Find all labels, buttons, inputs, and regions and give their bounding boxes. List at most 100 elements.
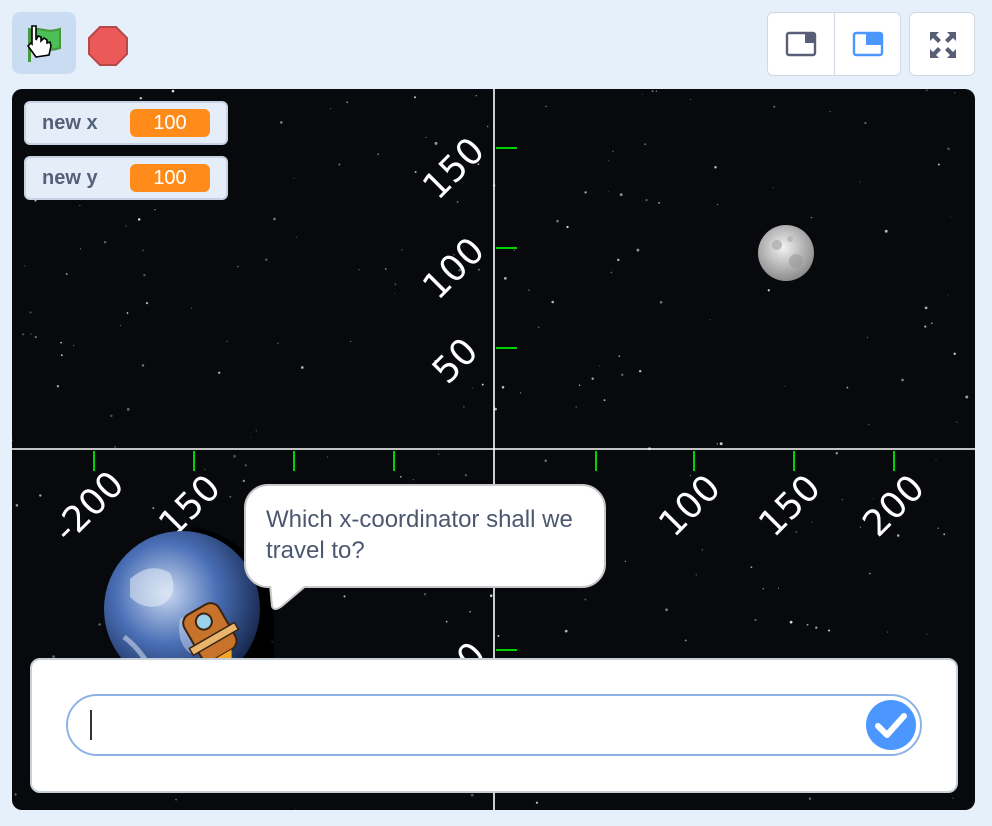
star	[141, 364, 145, 367]
fullscreen-button[interactable]	[909, 12, 975, 76]
star	[154, 209, 156, 211]
speech-bubble: Which x-coordinator shall we travel to?	[244, 484, 606, 588]
variable-monitor-new-x[interactable]: new x 100	[24, 101, 228, 145]
star	[79, 204, 81, 206]
star	[350, 340, 352, 342]
star	[79, 248, 82, 250]
small-stage-layout-icon	[785, 31, 817, 57]
star	[329, 108, 331, 110]
star	[811, 521, 813, 523]
star	[701, 549, 704, 551]
star	[584, 191, 587, 194]
monitor-value: 100	[130, 109, 210, 137]
star	[750, 566, 753, 569]
star	[242, 479, 245, 483]
star	[114, 446, 117, 448]
star	[244, 464, 247, 467]
x-tick-label: 200	[855, 467, 933, 545]
star	[60, 354, 63, 357]
star	[608, 191, 610, 193]
star	[866, 336, 869, 339]
star	[65, 273, 68, 276]
star	[103, 240, 107, 244]
variable-monitor-new-y[interactable]: new y 100	[24, 156, 228, 200]
star	[125, 225, 127, 227]
monitor-label: new y	[42, 166, 98, 189]
star	[385, 268, 387, 270]
star	[233, 454, 237, 458]
star	[835, 451, 839, 455]
star	[190, 307, 192, 309]
y-tick-label: 100	[415, 230, 493, 308]
star	[277, 342, 279, 345]
star	[655, 90, 658, 92]
star	[343, 595, 346, 598]
star	[358, 269, 360, 271]
star	[665, 608, 669, 612]
star	[218, 371, 221, 374]
star	[30, 333, 32, 335]
moon-sprite[interactable]	[758, 225, 814, 281]
star	[784, 385, 786, 387]
star	[56, 385, 60, 388]
star	[956, 421, 958, 423]
green-flag-button[interactable]	[12, 12, 76, 74]
star	[445, 620, 448, 623]
star	[695, 574, 697, 576]
star	[296, 236, 298, 238]
star	[859, 526, 861, 528]
stage-layout-toggle	[767, 12, 901, 76]
star	[810, 216, 813, 219]
star	[901, 378, 904, 382]
x-tick-label: -200	[46, 464, 133, 551]
star	[171, 89, 175, 93]
y-tick-label: 150	[415, 130, 493, 208]
star	[564, 629, 568, 633]
stage[interactable]: -200 150 0 100 150 200 150 100 50 00	[12, 89, 975, 810]
star	[346, 101, 348, 103]
normal-stage-layout-icon	[852, 31, 883, 57]
answer-input[interactable]	[66, 694, 922, 756]
star	[434, 141, 438, 145]
star	[608, 160, 610, 162]
star	[551, 300, 554, 304]
ask-answer-panel	[30, 658, 958, 793]
star	[229, 495, 232, 498]
star	[29, 311, 32, 314]
star	[714, 166, 717, 169]
star	[327, 456, 329, 458]
star	[15, 504, 19, 507]
star	[413, 96, 417, 99]
star	[401, 249, 403, 251]
star	[464, 474, 468, 477]
star	[463, 405, 465, 408]
star	[142, 249, 144, 252]
star	[119, 325, 122, 327]
stop-button[interactable]	[86, 24, 130, 68]
star	[470, 793, 474, 797]
star	[280, 121, 283, 124]
star	[575, 406, 577, 408]
star	[98, 623, 101, 626]
star	[152, 507, 155, 510]
star	[338, 163, 341, 166]
star	[867, 423, 870, 426]
normal-stage-button[interactable]	[833, 13, 901, 75]
star	[716, 443, 718, 445]
star	[143, 274, 146, 277]
star	[475, 95, 477, 97]
star	[377, 153, 380, 156]
star	[924, 306, 928, 310]
small-stage-button[interactable]	[768, 13, 834, 75]
submit-check-icon[interactable]	[864, 698, 918, 752]
star	[767, 289, 770, 292]
star	[638, 369, 642, 373]
star	[762, 588, 764, 590]
star	[566, 225, 569, 229]
star	[924, 325, 927, 328]
star	[520, 392, 522, 394]
star	[806, 623, 809, 626]
star	[659, 301, 663, 304]
star	[34, 336, 37, 339]
star	[145, 301, 149, 305]
